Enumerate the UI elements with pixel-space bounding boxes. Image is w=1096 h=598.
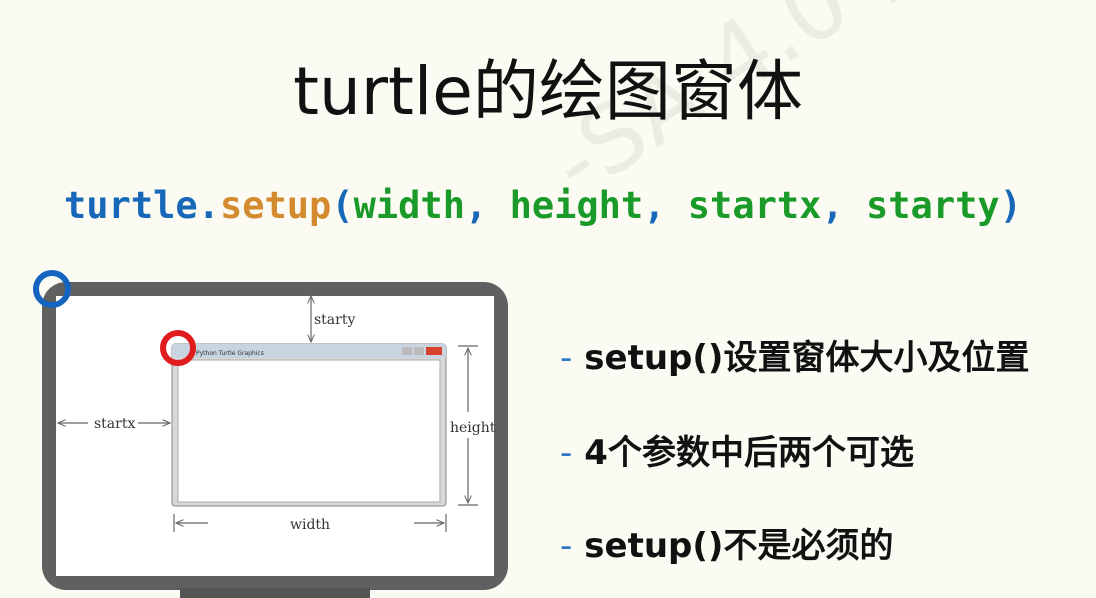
window-title-text: Python Turtle Graphics bbox=[196, 350, 264, 357]
height-label: height bbox=[450, 420, 496, 436]
bullet-dash: - bbox=[560, 433, 573, 473]
bullet-item: - setup()设置窗体大小及位置 bbox=[560, 330, 1029, 379]
width-label: width bbox=[290, 517, 330, 533]
bullet-dash: - bbox=[560, 526, 573, 566]
highlight-circle-screen-origin bbox=[33, 270, 71, 308]
setup-diagram: Python Turtle Graphics starty startx hei… bbox=[0, 0, 496, 534]
bullet-item: -4个参数中后两个可选 bbox=[560, 425, 914, 474]
minimize-button-icon bbox=[402, 347, 412, 355]
startx-label: startx bbox=[94, 416, 135, 432]
maximize-button-icon bbox=[414, 347, 424, 355]
turtle-window: Python Turtle Graphics bbox=[171, 343, 447, 507]
bullet-dash: - bbox=[560, 338, 573, 378]
close-button-icon bbox=[426, 347, 442, 355]
highlight-circle-window-origin bbox=[160, 330, 196, 366]
starty-label: starty bbox=[314, 312, 355, 328]
window-canvas bbox=[177, 359, 441, 503]
bullet-text: setup()设置窗体大小及位置 bbox=[584, 338, 1030, 378]
bullet-text: setup()不是必须的 bbox=[584, 526, 894, 566]
bullet-text: 4个参数中后两个可选 bbox=[584, 433, 914, 473]
bullet-item: - setup()不是必须的 bbox=[560, 518, 893, 567]
